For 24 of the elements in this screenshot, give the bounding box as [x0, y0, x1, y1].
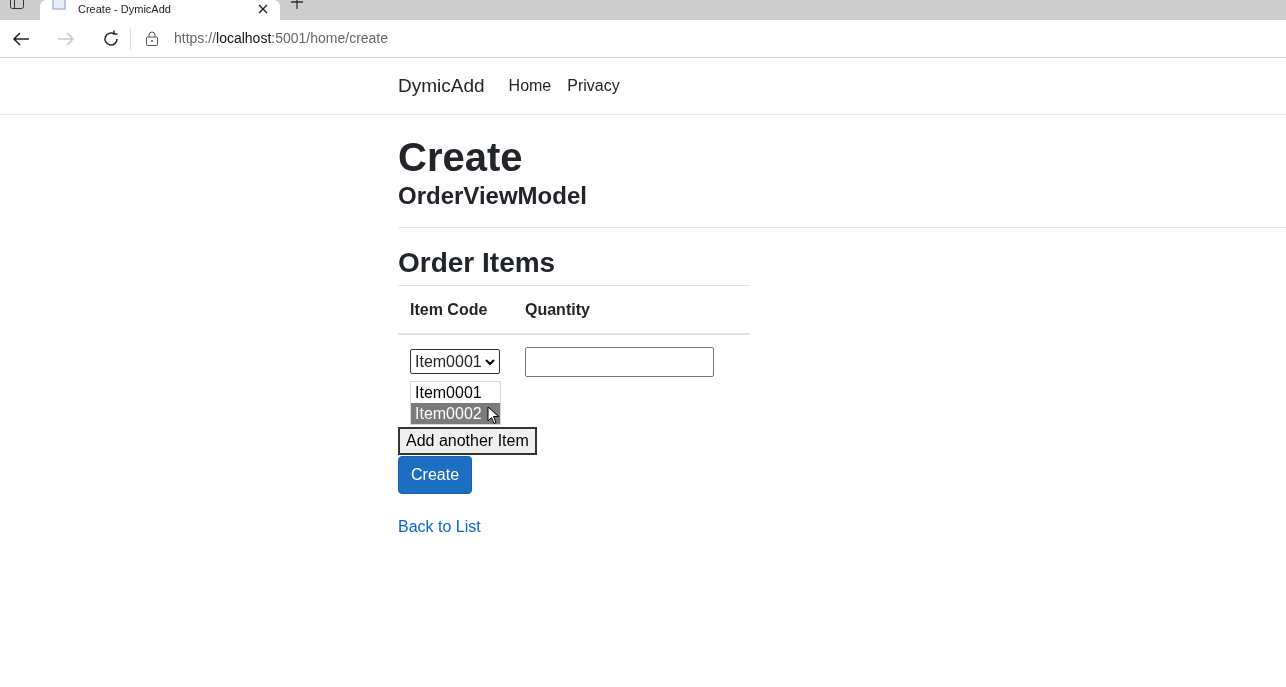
caret-icon [484, 357, 495, 366]
back-link[interactable]: Back to List [398, 517, 481, 535]
item-code-select[interactable]: Item0001 [410, 349, 500, 375]
back-icon[interactable] [12, 30, 30, 47]
column-header: Quantity [513, 285, 750, 334]
column-header: Item Code [398, 285, 513, 334]
close-icon[interactable] [258, 4, 268, 14]
brand-link[interactable]: DymicAdd [398, 71, 485, 101]
section-heading: Order Items [398, 245, 557, 280]
sidebar-icon[interactable] [10, 0, 24, 9]
add-item-button[interactable]: Add another Item [398, 426, 537, 455]
nav-link[interactable]: Privacy [567, 74, 620, 98]
page-icon [52, 0, 66, 10]
tab-title: Create - DymicAdd [78, 3, 171, 16]
nav-link[interactable]: Home [508, 74, 552, 98]
reload-icon[interactable] [102, 29, 120, 48]
new-tab-icon[interactable] [290, 0, 304, 9]
page-heading: Create [398, 135, 524, 179]
lock-icon[interactable] [146, 31, 158, 46]
quantity-field[interactable] [525, 346, 714, 377]
page-subheading: OrderViewModel [398, 182, 588, 211]
address-bar[interactable]: https://localhost:5001/home/create [174, 28, 389, 49]
create-button[interactable]: Create [398, 455, 473, 494]
browser-tab[interactable]: Create - DymicAdd [40, 0, 280, 20]
